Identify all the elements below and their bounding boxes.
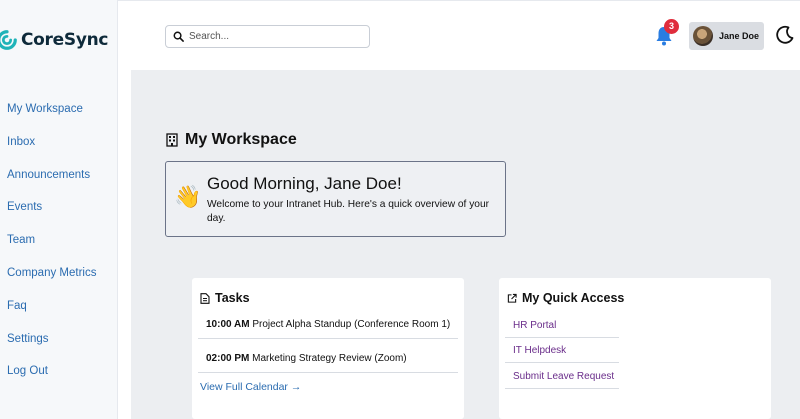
task-item[interactable]: 02:00 PM Marketing Strategy Review (Zoom… [198,345,458,373]
task-text: Marketing Strategy Review (Zoom) [252,353,407,364]
search-box[interactable] [165,25,370,48]
sidebar-nav: My Workspace Inbox Announcements Events … [0,93,118,388]
notification-badge: 3 [664,19,679,34]
user-menu-button[interactable]: Jane Doe [689,22,764,50]
app-name: CoreSync [21,30,109,50]
sidebar-item-team[interactable]: Team [0,224,118,257]
sidebar: CoreSync My Workspace Inbox Announcement… [0,0,118,419]
quick-access-card: My Quick Access HR Portal IT Helpdesk Su… [499,278,771,419]
moon-icon[interactable] [775,25,795,45]
welcome-card: 👋 Good Morning, Jane Doe! Welcome to you… [165,161,506,237]
document-icon [200,292,210,304]
tasks-card-title: Tasks [200,291,250,305]
sidebar-item-announcements[interactable]: Announcements [0,159,118,192]
external-link-icon [507,293,517,303]
main-content: My Workspace 👋 Good Morning, Jane Doe! W… [131,70,800,419]
building-icon [166,133,178,147]
sidebar-item-inbox[interactable]: Inbox [0,126,118,159]
task-text: Project Alpha Standup (Conference Room 1… [252,319,451,330]
view-full-calendar-link[interactable]: View Full Calendar → [200,381,301,393]
quick-access-title: My Quick Access [522,291,625,305]
task-item[interactable]: 10:00 AM Project Alpha Standup (Conferen… [198,311,458,339]
welcome-heading: Good Morning, Jane Doe! [207,174,402,193]
task-time: 10:00 AM [206,319,250,330]
welcome-text: Welcome to your Intranet Hub. Here's a q… [207,199,490,224]
search-icon [173,31,184,42]
coresync-logo-icon [0,30,17,50]
task-time: 02:00 PM [206,353,250,364]
tasks-card: Tasks 10:00 AM Project Alpha Standup (Co… [192,278,464,419]
sidebar-item-settings[interactable]: Settings [0,323,118,356]
quick-link-hr-portal[interactable]: HR Portal [505,313,619,338]
logo[interactable]: CoreSync [0,26,108,54]
tasks-title: Tasks [215,291,250,305]
user-name: Jane Doe [719,31,760,41]
quick-link-submit-leave-request[interactable]: Submit Leave Request [505,364,619,389]
search-input[interactable] [189,31,359,42]
avatar [693,26,713,46]
sidebar-item-events[interactable]: Events [0,191,118,224]
sidebar-item-my-workspace[interactable]: My Workspace [0,93,118,126]
page-title-text: My Workspace [185,131,297,148]
page-title: My Workspace [166,131,297,149]
waving-hand-icon: 👋 [174,184,202,209]
quick-access-card-title: My Quick Access [507,291,624,305]
sidebar-item-log-out[interactable]: Log Out [0,355,118,388]
sidebar-item-company-metrics[interactable]: Company Metrics [0,257,118,290]
quick-link-it-helpdesk[interactable]: IT Helpdesk [505,338,619,363]
sidebar-item-faq[interactable]: Faq [0,290,118,323]
top-bar: 3 Jane Doe [118,0,800,70]
